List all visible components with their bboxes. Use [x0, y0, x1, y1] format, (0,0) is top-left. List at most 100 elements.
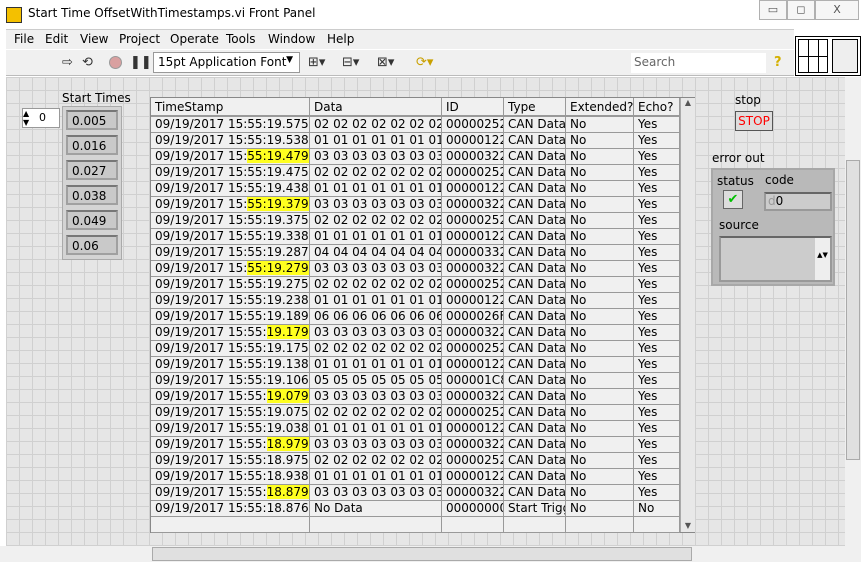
- table-row-empty[interactable]: [151, 517, 680, 533]
- menu-project[interactable]: Project: [119, 32, 160, 46]
- table-row[interactable]: 09/19/2017 15:55:19.33812501 01 01 01 01…: [151, 229, 680, 245]
- table-row[interactable]: 09/19/2017 15:55:19.13813001 01 01 01 01…: [151, 357, 680, 373]
- timestamp-text: 09/19/2017 15:55:19.038129: [155, 421, 309, 435]
- code-indicator: d0: [764, 192, 832, 211]
- timestamp-cell: 09/19/2017 15:55:18.975128: [151, 453, 310, 469]
- stop-button[interactable]: STOP: [735, 111, 773, 131]
- id-cell: 00000322: [442, 389, 504, 405]
- table-row[interactable]: 09/19/2017 15:55:19.37911003 03 03 03 03…: [151, 197, 680, 213]
- echo-cell: Yes: [634, 181, 680, 197]
- table-row[interactable]: 09/19/2017 15:55:19.23813201 01 01 01 01…: [151, 293, 680, 309]
- start-time-element[interactable]: 0.027: [66, 160, 118, 180]
- timestamp-text: 09/19/2017 15:: [155, 149, 248, 163]
- ext-cell: No: [566, 293, 634, 309]
- horizontal-scroll-thumb[interactable]: [152, 547, 692, 561]
- table-row[interactable]: 09/19/2017 15:55:19.57512002 02 02 02 02…: [151, 117, 680, 133]
- resize-objects-icon[interactable]: ⊠▾: [377, 55, 394, 70]
- table-row[interactable]: 09/19/2017 15:55:19.43812601 01 01 01 01…: [151, 181, 680, 197]
- timestamp-cell: 09/19/2017 15:55:19.275116: [151, 277, 310, 293]
- minimize-button[interactable]: ▭: [759, 0, 787, 20]
- column-header[interactable]: Type: [504, 98, 566, 117]
- restore-button[interactable]: ◻: [787, 0, 815, 20]
- table-row[interactable]: 09/19/2017 15:55:19.47511902 02 02 02 02…: [151, 165, 680, 181]
- start-time-element[interactable]: 0.06: [66, 235, 118, 255]
- can-frames-table[interactable]: ▲ ▼ TimeStamp Data ID Type Extended? Echo? 09/…: [150, 97, 695, 533]
- scroll-up-icon[interactable]: ▲: [681, 98, 695, 107]
- data-cell: 06 06 06 06 06 06 06 06: [310, 309, 442, 325]
- menu-window[interactable]: Window: [268, 32, 315, 46]
- id-cell: 00000122: [442, 181, 504, 197]
- start-time-element[interactable]: 0.049: [66, 210, 118, 230]
- run-arrow-icon[interactable]: ⇨: [62, 55, 73, 70]
- column-header[interactable]: Data: [310, 98, 442, 117]
- table-row[interactable]: 09/19/2017 15:55:19.10613005 05 05 05 05…: [151, 373, 680, 389]
- data-cell: 03 03 03 03 03 03 03 03: [310, 197, 442, 213]
- scroll-down-icon[interactable]: ▼: [681, 521, 695, 530]
- index-increment-icon[interactable]: ▲ ▼: [23, 109, 29, 127]
- font-select[interactable]: 15pt Application Font ▼: [153, 52, 300, 73]
- type-cell: CAN Data: [504, 341, 566, 357]
- menu-view[interactable]: View: [80, 32, 108, 46]
- menu-edit[interactable]: Edit: [45, 32, 68, 46]
- table-row[interactable]: 09/19/2017 15:55:18.93813501 01 01 01 01…: [151, 469, 680, 485]
- labview-vi-icon: [6, 7, 22, 23]
- source-label: source: [719, 218, 759, 232]
- timestamp-text: 09/19/2017 15:55:19.438126: [155, 181, 309, 195]
- start-time-element[interactable]: 0.038: [66, 185, 118, 205]
- ext-cell: No: [566, 117, 634, 133]
- data-cell: 02 02 02 02 02 02 02 02: [310, 213, 442, 229]
- table-row[interactable]: 09/19/2017 15:55:19.18962706 06 06 06 06…: [151, 309, 680, 325]
- table-row[interactable]: 09/19/2017 15:55:18.97512802 02 02 02 02…: [151, 453, 680, 469]
- table-row[interactable]: 09/19/2017 15:55:19.27511602 02 02 02 02…: [151, 277, 680, 293]
- vertical-scroll-thumb[interactable]: [846, 160, 860, 460]
- table-row[interactable]: 09/19/2017 15:55:19.07911303 03 03 03 03…: [151, 389, 680, 405]
- data-cell: 01 01 01 01 01 01 01 01: [310, 469, 442, 485]
- timestamp-cell: 09/19/2017 15:55:18.879119: [151, 485, 310, 501]
- id-cell: 00000000: [442, 501, 504, 517]
- start-time-element[interactable]: 0.016: [66, 135, 118, 155]
- table-row[interactable]: 09/19/2017 15:55:19.47911103 03 03 03 03…: [151, 149, 680, 165]
- table-row[interactable]: 09/19/2017 15:55:19.03812901 01 01 01 01…: [151, 421, 680, 437]
- stop-label: stop: [735, 93, 761, 107]
- ext-cell: No: [566, 405, 634, 421]
- column-header[interactable]: Extended?: [566, 98, 634, 117]
- search-input[interactable]: Search: [631, 53, 766, 73]
- echo-cell: Yes: [634, 357, 680, 373]
- data-cell: 03 03 03 03 03 03 03 03: [310, 485, 442, 501]
- distribute-objects-icon[interactable]: ⊟▾: [342, 55, 359, 70]
- table-row[interactable]: 09/19/2017 15:55:18.87911903 03 03 03 03…: [151, 485, 680, 501]
- table-row[interactable]: 09/19/2017 15:55:19.27910803 03 03 03 03…: [151, 261, 680, 277]
- start-time-element[interactable]: 0.005: [66, 110, 118, 130]
- table-row[interactable]: 09/19/2017 15:55:18.97911203 03 03 03 03…: [151, 437, 680, 453]
- column-header[interactable]: TimeStamp: [151, 98, 310, 117]
- table-row[interactable]: 09/19/2017 15:55:19.37511702 02 02 02 02…: [151, 213, 680, 229]
- timestamp-highlight: 19.179115: [266, 325, 309, 339]
- menu-file[interactable]: File: [14, 32, 34, 46]
- table-row[interactable]: 09/19/2017 15:55:19.28712504 04 04 04 04…: [151, 245, 680, 261]
- run-continuously-icon[interactable]: ⟲: [82, 55, 93, 70]
- reorder-icon[interactable]: ⟳▾: [416, 55, 433, 70]
- menu-operate[interactable]: Operate: [170, 32, 219, 46]
- type-cell: CAN Data: [504, 277, 566, 293]
- source-scrollbar[interactable]: ▲▼: [815, 238, 830, 280]
- abort-icon[interactable]: [109, 56, 122, 69]
- table-row[interactable]: 09/19/2017 15:55:19.53812701 01 01 01 01…: [151, 133, 680, 149]
- table-row[interactable]: 09/19/2017 15:55:19.17911503 03 03 03 03…: [151, 325, 680, 341]
- id-cell: 00000322: [442, 197, 504, 213]
- table-vertical-scrollbar[interactable]: ▲ ▼: [680, 98, 695, 532]
- column-header[interactable]: ID: [442, 98, 504, 117]
- table-row[interactable]: 09/19/2017 15:55:19.17512202 02 02 02 02…: [151, 341, 680, 357]
- menu-tools[interactable]: Tools: [226, 32, 256, 46]
- title-bar: Start Time OffsetWithTimestamps.vi Front…: [0, 0, 861, 28]
- type-cell: CAN Data: [504, 485, 566, 501]
- id-cell: 00000252: [442, 165, 504, 181]
- pause-icon[interactable]: ❚❚: [130, 55, 152, 70]
- align-objects-icon[interactable]: ⊞▾: [308, 55, 325, 70]
- timestamp-cell: 09/19/2017 15:55:18.938135: [151, 469, 310, 485]
- table-row[interactable]: 09/19/2017 15:55:18.876546No Data0000000…: [151, 501, 680, 517]
- close-button[interactable]: X: [815, 0, 859, 20]
- table-row[interactable]: 09/19/2017 15:55:19.07512102 02 02 02 02…: [151, 405, 680, 421]
- help-icon[interactable]: ?: [774, 55, 782, 70]
- column-header[interactable]: Echo?: [634, 98, 680, 117]
- menu-help[interactable]: Help: [327, 32, 354, 46]
